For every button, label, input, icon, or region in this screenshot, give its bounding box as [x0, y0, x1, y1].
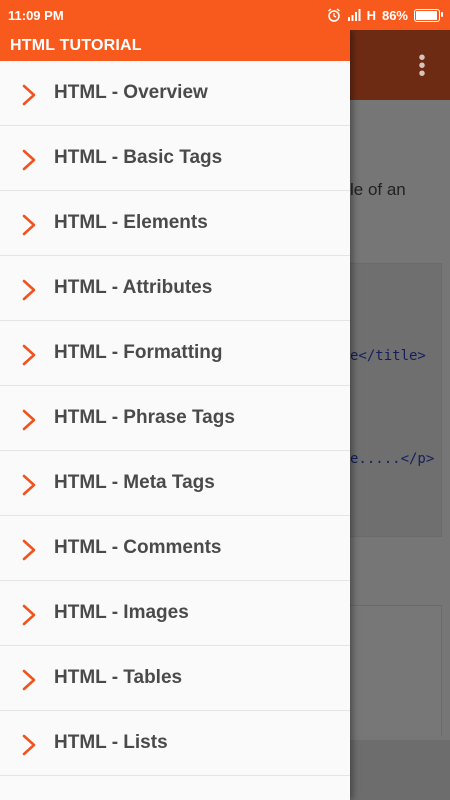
- drawer-menu-item[interactable]: HTML - Elements: [0, 191, 350, 256]
- chevron-right-icon: [22, 214, 36, 236]
- drawer-menu-item-label: HTML - Images: [54, 602, 189, 623]
- drawer-menu-item-label: HTML - Formatting: [54, 342, 223, 363]
- chevron-right-icon: [22, 344, 36, 366]
- status-bar: 11:09 PM H 86%: [0, 0, 450, 30]
- chevron-right-icon: [22, 149, 36, 171]
- drawer-menu-item[interactable]: HTML - Comments: [0, 516, 350, 581]
- chevron-right-icon: [22, 604, 36, 626]
- drawer-menu-item[interactable]: HTML - Attributes: [0, 256, 350, 321]
- drawer-menu-item-label: HTML - Tables: [54, 667, 183, 688]
- chevron-right-icon: [22, 474, 36, 496]
- status-icons: H 86%: [327, 7, 443, 23]
- status-time: 11:09 PM: [8, 7, 64, 23]
- drawer-menu-item[interactable]: HTML - Formatting: [0, 321, 350, 386]
- alarm-icon: [327, 8, 340, 22]
- chevron-right-icon: [22, 669, 36, 691]
- chevron-right-icon: [22, 734, 36, 756]
- drawer-menu-item-label: HTML - Meta Tags: [54, 472, 215, 493]
- drawer-menu-item-label: HTML - Lists: [54, 732, 168, 753]
- background-app-bar: [350, 30, 450, 100]
- drawer-menu-item[interactable]: HTML - Phrase Tags: [0, 386, 350, 451]
- battery-icon: [414, 8, 443, 22]
- chevron-right-icon: [22, 84, 36, 106]
- drawer-menu-item-label: HTML - Basic Tags: [54, 147, 223, 168]
- drawer-menu-item[interactable]: HTML - Overview: [0, 61, 350, 126]
- network-type: H: [366, 7, 376, 23]
- background-code-box: [350, 263, 442, 537]
- navigation-drawer: HTML TUTORIAL HTML - Overview HTML - Basi…: [0, 30, 350, 800]
- drawer-title: HTML TUTORIAL: [0, 30, 350, 61]
- signal-icon: [347, 9, 361, 21]
- drawer-menu-item-label: HTML - Attributes: [54, 277, 213, 298]
- drawer-menu-item-label: HTML - Phrase Tags: [54, 407, 235, 428]
- background-bottom-bar: [350, 740, 450, 800]
- background-code-line: e</title>: [350, 348, 426, 364]
- drawer-menu-item-label: HTML - Comments: [54, 537, 222, 558]
- chevron-right-icon: [22, 279, 36, 301]
- drawer-menu-item[interactable]: HTML - Tables: [0, 646, 350, 711]
- chevron-right-icon: [22, 409, 36, 431]
- more-vert-icon[interactable]: • • •: [415, 48, 429, 84]
- background-code-line: e.....</p>: [350, 451, 435, 467]
- background-text: le of an: [350, 180, 406, 199]
- drawer-menu-item-label: HTML - Overview: [54, 82, 208, 103]
- drawer-menu-item[interactable]: HTML - Meta Tags: [0, 451, 350, 516]
- battery-percent: 86%: [381, 7, 408, 23]
- drawer-menu-item[interactable]: HTML - Basic Tags: [0, 126, 350, 191]
- drawer-menu-item[interactable]: HTML - Lists: [0, 711, 350, 776]
- chevron-right-icon: [22, 539, 36, 561]
- drawer-menu-item-label: HTML - Elements: [54, 212, 208, 233]
- drawer-menu: HTML - Overview HTML - Basic Tags HTML - E…: [0, 61, 350, 776]
- background-box: [350, 605, 442, 736]
- drawer-menu-item[interactable]: HTML - Images: [0, 581, 350, 646]
